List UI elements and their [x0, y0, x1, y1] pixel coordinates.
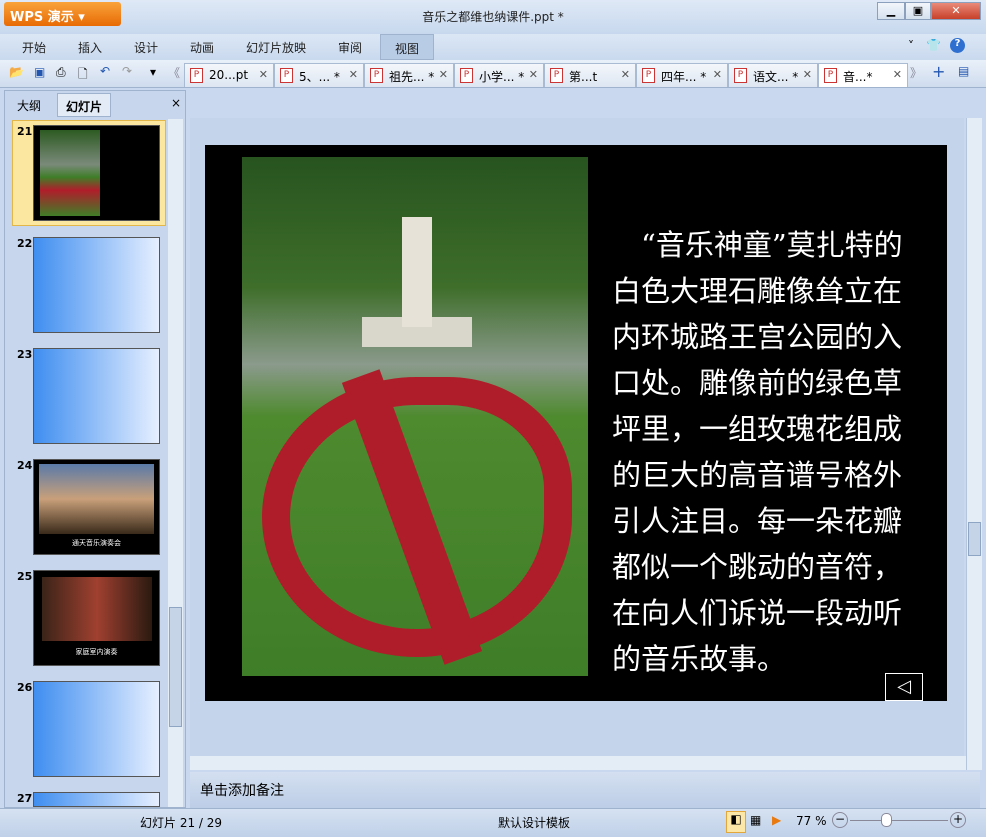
doc-tab-label: 小学... *	[479, 70, 525, 84]
open-icon[interactable]: 📂	[9, 65, 24, 79]
window-title: 音乐之都维也纳课件.ppt *	[422, 10, 564, 24]
doc-tab[interactable]: P 小学... * ✕	[454, 63, 544, 87]
ppt-file-icon: P	[642, 68, 655, 83]
slide-number: 25	[17, 570, 33, 583]
slide-thumbnail-26[interactable]	[33, 681, 160, 777]
title-bar: WPS 演示 ▾ 音乐之都维也纳课件.ppt * ▁ ▣ ✕	[0, 0, 986, 34]
save-icon[interactable]: ▣	[34, 65, 45, 79]
document-tab-bar: 📂 ▣ ⎙ 🗋 ↶ ↷ ▾ 《 P 20...pt ✕ P 5、... * ✕ P 祖先.…	[0, 60, 986, 88]
doc-tab-label: 语文... *	[753, 70, 799, 84]
undo-icon[interactable]: ↶	[100, 64, 110, 78]
slide-body-text[interactable]: “音乐神童”莫扎特的白色大理石雕像耸立在内环城路王宫公园的入口处。雕像前的绿色草…	[612, 222, 912, 682]
close-tab-icon[interactable]: ✕	[529, 68, 538, 81]
menu-insert[interactable]: 插入	[78, 39, 102, 56]
tab-outline[interactable]: 大纲	[9, 93, 49, 117]
zoom-out-icon[interactable]: −	[832, 812, 848, 828]
doc-tab[interactable]: P 20...pt ✕	[184, 63, 274, 87]
ppt-file-icon: P	[824, 68, 837, 83]
doc-tab[interactable]: P 语文... * ✕	[728, 63, 818, 87]
tab-slides[interactable]: 幻灯片	[57, 93, 112, 117]
close-panel-icon[interactable]: ×	[171, 96, 181, 110]
tab-scroll-left-icon[interactable]: 《	[168, 64, 180, 81]
thumbnail-caption: 通天音乐演奏会	[72, 539, 121, 547]
design-template[interactable]: 默认设计模板	[498, 814, 570, 831]
slide-sorter-icon[interactable]: ▦	[750, 813, 761, 827]
close-tab-icon[interactable]: ✕	[349, 68, 358, 81]
menu-view[interactable]: 视图	[380, 34, 435, 60]
help-icon[interactable]: ?	[950, 38, 965, 53]
close-tab-icon[interactable]: ✕	[893, 68, 902, 81]
redo-icon[interactable]: ↷	[122, 64, 132, 78]
doc-tab-label: 20...pt	[209, 68, 249, 82]
skin-icon[interactable]: 👕	[926, 38, 941, 52]
tab-scroll-right-icon[interactable]: 》	[910, 64, 922, 81]
zoom-slider-thumb[interactable]	[881, 813, 892, 827]
slide-thumbnail-23[interactable]	[33, 348, 160, 444]
zoom-in-icon[interactable]: +	[950, 812, 966, 828]
slide-thumbnail-22[interactable]	[33, 237, 160, 333]
doc-tab[interactable]: P 祖先... * ✕	[364, 63, 454, 87]
ribbon-menu: 开始 插入 设计 动画 幻灯片放映 审阅 视图 ˅ 👕 ?	[0, 34, 986, 60]
slideshow-icon[interactable]: ▶	[772, 813, 781, 827]
slide-number: 22	[17, 237, 33, 250]
close-tab-icon[interactable]: ✕	[803, 68, 812, 81]
ppt-file-icon: P	[190, 68, 203, 83]
normal-view-icon[interactable]: ◧	[726, 811, 746, 833]
slide-number: 27	[17, 792, 33, 805]
slide-number: 21	[17, 125, 33, 138]
mozart-statue-photo	[242, 157, 588, 676]
ppt-file-icon: P	[734, 68, 747, 83]
doc-tab-label: 祖先... *	[389, 70, 435, 84]
doc-tab-label: 四年... *	[661, 70, 707, 84]
vertical-scrollbar[interactable]	[966, 118, 982, 770]
status-bar: 幻灯片 21 / 29 默认设计模板 ◧ ▦ ▶ 77 % − +	[0, 808, 986, 837]
minimize-button[interactable]: ▁	[877, 2, 905, 20]
slide-thumbnail-25[interactable]: 家庭室内演奏	[33, 570, 160, 666]
slide-number: 26	[17, 681, 33, 694]
menu-review[interactable]: 审阅	[338, 39, 362, 56]
slide-thumbnail-21[interactable]	[33, 125, 160, 221]
close-button[interactable]: ✕	[931, 2, 981, 20]
slides-panel: 大纲 幻灯片 × 21 22 23 24 通天音乐演奏会 25 家庭室内演奏 2…	[4, 90, 186, 808]
slide-number: 24	[17, 459, 33, 472]
notes-area[interactable]: 单击添加备注	[190, 772, 980, 808]
doc-tab-label: 音...*	[843, 70, 873, 84]
new-tab-icon[interactable]: +	[932, 62, 945, 81]
slide-thumbnail-24[interactable]: 通天音乐演奏会	[33, 459, 160, 555]
ppt-file-icon: P	[370, 68, 383, 83]
doc-tab[interactable]: P 四年... * ✕	[636, 63, 728, 87]
slide-number: 23	[17, 348, 33, 361]
slide-counter: 幻灯片 21 / 29	[140, 816, 223, 830]
doc-tab-label: 5、... *	[299, 70, 340, 84]
menu-design[interactable]: 设计	[134, 39, 158, 56]
horizontal-scrollbar[interactable]	[190, 756, 966, 770]
panel-scrollbar[interactable]	[168, 119, 183, 807]
print-icon[interactable]: ⎙	[56, 65, 66, 80]
menu-animation[interactable]: 动画	[190, 39, 214, 56]
close-tab-icon[interactable]: ✕	[713, 68, 722, 81]
close-tab-icon[interactable]: ✕	[621, 68, 630, 81]
menu-slideshow[interactable]: 幻灯片放映	[246, 39, 306, 56]
print-preview-icon[interactable]: 🗋	[78, 65, 88, 86]
menu-start[interactable]: 开始	[22, 39, 46, 56]
doc-tab-active[interactable]: P 音...* ✕	[818, 63, 908, 87]
ppt-file-icon: P	[460, 68, 473, 83]
zoom-slider[interactable]	[850, 820, 948, 821]
doc-tab[interactable]: P 第...t ✕	[544, 63, 636, 87]
doc-tab-label: 第...t	[569, 70, 598, 84]
chevron-down-icon[interactable]: ˅	[908, 39, 914, 53]
toolbar-more-icon[interactable]: ▾	[150, 65, 156, 79]
ppt-file-icon: P	[550, 68, 563, 83]
doc-tab[interactable]: P 5、... * ✕	[274, 63, 364, 87]
slide-thumbnail-27[interactable]	[33, 792, 160, 807]
zoom-level: 77 %	[796, 814, 827, 828]
close-tab-icon[interactable]: ✕	[259, 68, 268, 81]
tab-list-icon[interactable]: ▤	[958, 64, 969, 78]
close-tab-icon[interactable]: ✕	[439, 68, 448, 81]
ppt-file-icon: P	[280, 68, 293, 83]
maximize-button[interactable]: ▣	[905, 2, 931, 20]
thumbnail-caption: 家庭室内演奏	[75, 648, 118, 656]
